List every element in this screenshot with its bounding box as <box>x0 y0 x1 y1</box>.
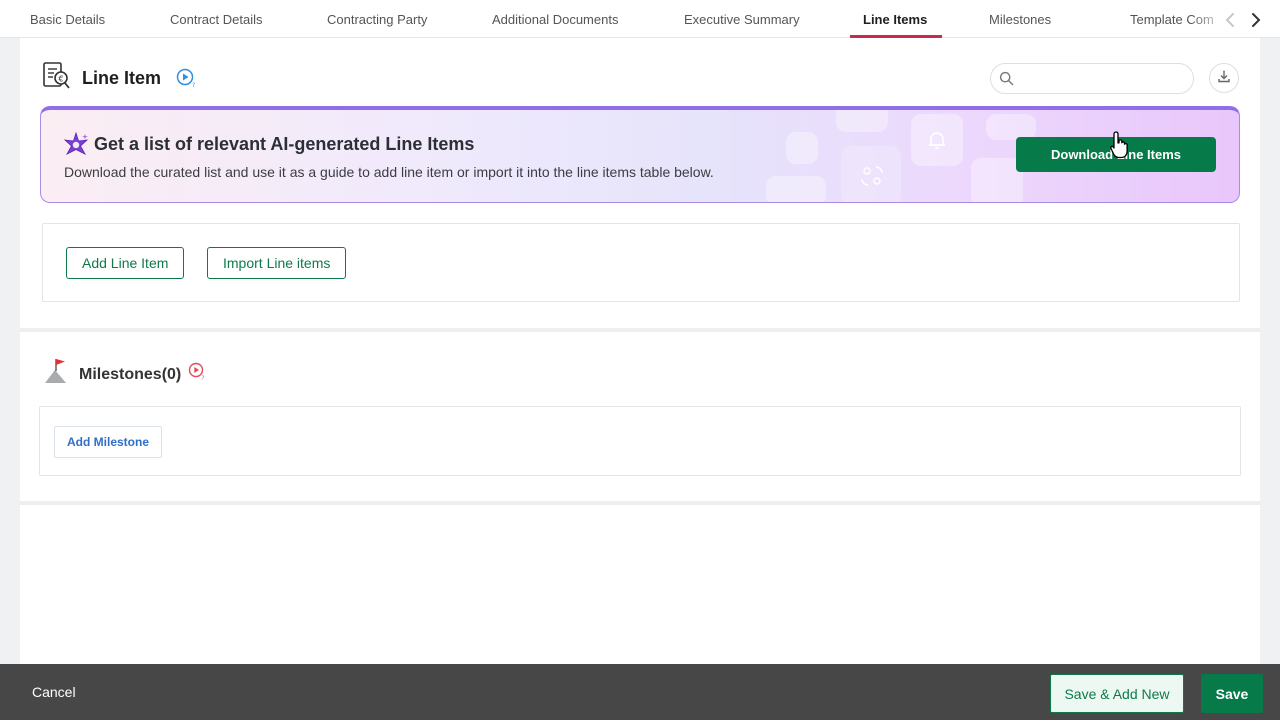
save-button[interactable]: Save <box>1201 674 1263 713</box>
play-help-icon[interactable]: ? <box>188 362 206 385</box>
users-sync-icon <box>856 160 888 197</box>
svg-text:€: € <box>58 75 63 84</box>
tab-contracting-party[interactable]: Contracting Party <box>327 12 427 27</box>
cancel-button[interactable]: Cancel <box>32 684 76 700</box>
import-line-items-button[interactable]: Import Line items <box>207 247 347 279</box>
save-and-add-new-button[interactable]: Save & Add New <box>1050 674 1184 713</box>
bell-icon <box>925 128 949 157</box>
ai-banner-description: Download the curated list and use it as … <box>64 164 714 180</box>
tab-contract-details[interactable]: Contract Details <box>170 12 262 27</box>
section-tabs: Basic Details Contract Details Contracti… <box>0 0 1280 38</box>
download-icon <box>1217 69 1231 88</box>
section-divider <box>20 328 1260 332</box>
footer-bar: Cancel Save & Add New Save <box>0 664 1280 720</box>
milestones-header: Milestones(0) ? <box>44 356 206 389</box>
milestones-actions: Add Milestone <box>39 406 1241 476</box>
play-help-icon[interactable]: ? <box>176 68 196 93</box>
banner-decoration <box>766 176 826 202</box>
search-input[interactable] <box>1019 69 1187 89</box>
main-panel: € Line Item ? Get a list of relevant AI-… <box>20 38 1260 664</box>
tab-milestones[interactable]: Milestones <box>989 12 1051 27</box>
document-currency-icon: € <box>40 60 72 97</box>
ai-line-items-banner: Get a list of relevant AI-generated Line… <box>40 106 1240 203</box>
section-divider <box>20 501 1260 505</box>
svg-text:?: ? <box>202 376 205 381</box>
milestones-title: Milestones(0) <box>79 365 182 383</box>
add-milestone-button[interactable]: Add Milestone <box>54 426 163 458</box>
line-item-header: € Line Item ? <box>40 60 196 97</box>
banner-decoration <box>786 132 818 164</box>
svg-text:?: ? <box>192 82 195 88</box>
page-title: Line Item <box>82 68 162 88</box>
sparkle-icon <box>63 131 89 163</box>
search-field[interactable] <box>990 63 1194 94</box>
flag-icon <box>44 356 68 389</box>
hand-cursor-icon <box>1108 130 1132 165</box>
line-items-actions: Add Line Item Import Line items <box>42 223 1240 302</box>
ai-banner-title: Get a list of relevant AI-generated Line… <box>94 134 475 154</box>
chevron-right-icon[interactable] <box>1246 9 1266 31</box>
tab-line-items[interactable]: Line Items <box>863 12 927 27</box>
tab-additional-documents[interactable]: Additional Documents <box>492 12 618 27</box>
banner-decoration <box>836 110 888 132</box>
tab-basic-details[interactable]: Basic Details <box>30 12 105 27</box>
add-line-item-button[interactable]: Add Line Item <box>66 247 185 279</box>
download-button[interactable] <box>1209 63 1239 93</box>
search-icon <box>999 71 1014 91</box>
chevron-left-icon[interactable] <box>1221 9 1241 31</box>
tab-executive-summary[interactable]: Executive Summary <box>684 12 800 27</box>
